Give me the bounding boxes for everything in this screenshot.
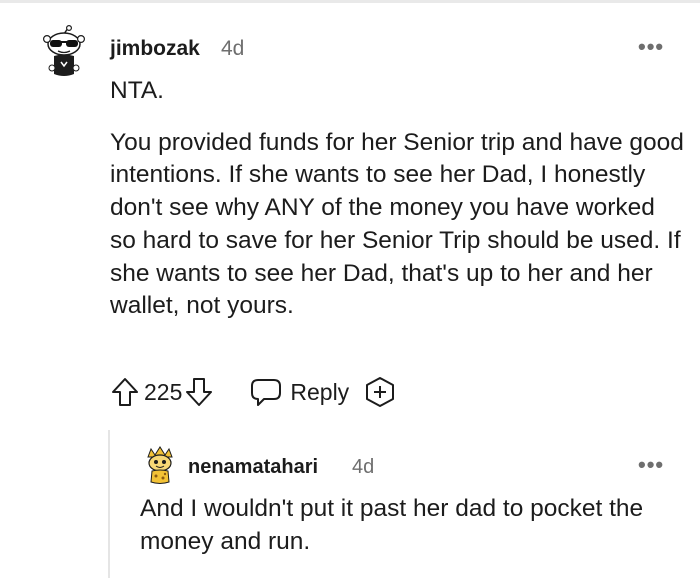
avatar[interactable] xyxy=(36,24,92,80)
comment-username[interactable]: jimbozak xyxy=(110,37,200,61)
reply-button[interactable]: Reply xyxy=(250,377,349,407)
add-award-icon xyxy=(366,377,395,407)
comment-more-options-button[interactable]: ••• xyxy=(638,36,664,58)
reply-username[interactable]: nenamatahari xyxy=(188,456,318,479)
reply-timestamp[interactable]: 4d xyxy=(352,456,374,479)
downvote-icon[interactable] xyxy=(184,375,214,409)
reply-more-options-button[interactable]: ••• xyxy=(638,454,664,476)
comment-body: NTA. You provided funds for her Senior t… xyxy=(110,75,685,323)
comment-paragraph: You provided funds for her Senior trip a… xyxy=(110,128,684,320)
reply-icon xyxy=(251,379,282,406)
comment-action-bar: 225 Reply xyxy=(110,372,397,412)
reply-avatar[interactable] xyxy=(140,445,180,485)
snoo-avatar-icon xyxy=(36,24,92,80)
thread-line[interactable] xyxy=(108,430,110,578)
add-award-button[interactable] xyxy=(363,375,397,409)
upvote-icon[interactable] xyxy=(110,375,140,409)
top-divider xyxy=(0,0,700,3)
snoo-avatar-icon xyxy=(140,445,180,485)
comment-timestamp[interactable]: 4d xyxy=(221,37,244,61)
reply-label: Reply xyxy=(290,378,350,405)
comment-paragraph: NTA. xyxy=(110,77,164,104)
reply-body: And I wouldn't put it past her dad to po… xyxy=(140,495,644,555)
vote-count: 225 xyxy=(144,378,183,405)
